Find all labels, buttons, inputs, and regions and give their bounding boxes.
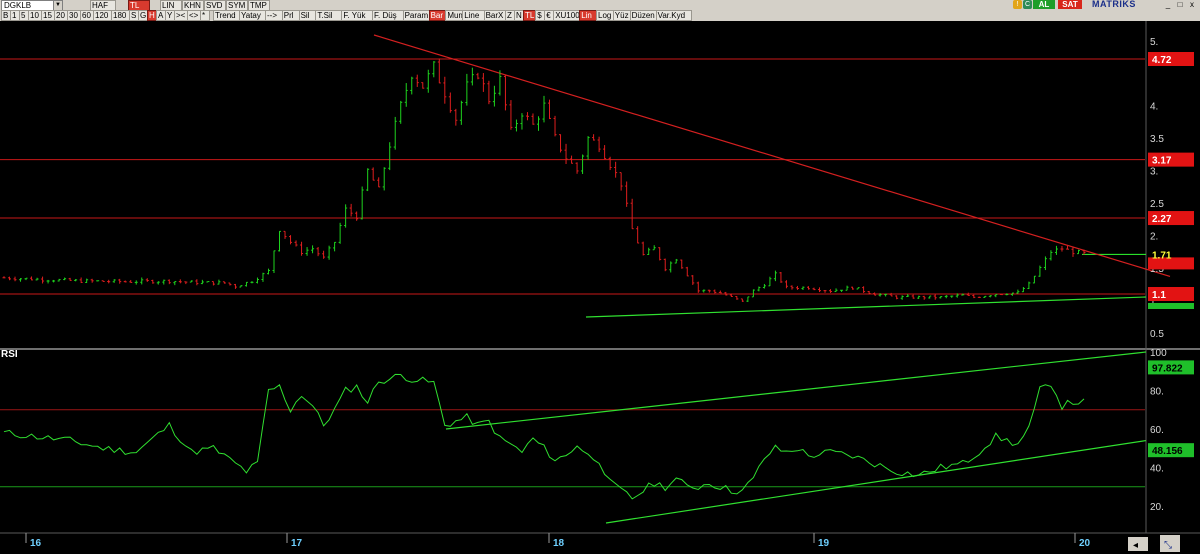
toolbar-button-var-kyd[interactable]: Var.Kyd [655,10,692,21]
price-axis-tick: 0.5 [1150,329,1164,340]
x-axis-label: 17 [291,538,303,549]
maximize-icon[interactable]: □ [1174,0,1186,9]
x-axis-label: 16 [30,538,42,549]
price-axis-tick: 4. [1150,102,1158,113]
rsi-axis-tick: 20. [1150,502,1164,513]
toolbar-button-lin[interactable]: Lin [579,10,597,21]
toolbar-button-f-düş[interactable]: F. Düş [372,10,404,21]
chart-area[interactable]: 5.4.3.53.2.52.1.51.0.54.723.172.271.11.7… [0,21,1200,554]
rsi-second-label: 48.156 [1152,446,1183,457]
toolbar-button-mum[interactable]: Mum [445,10,465,21]
rsi-axis-tick: 40. [1150,464,1164,475]
price-axis-tick: 2. [1150,232,1158,243]
toolbar-button-f-yük[interactable]: F. Yük [341,10,373,21]
toolbar-button-20[interactable]: 20 [54,10,68,21]
price-level-label: 3.17 [1152,156,1172,167]
toolbar-button-bar[interactable]: Bar [428,10,447,21]
rsi-panel-bg [0,350,1200,537]
toolbar-button-60[interactable]: 60 [80,10,94,21]
x-axis-bg [0,533,1200,554]
toolbar-button-10[interactable]: 10 [28,10,42,21]
symbol-value: DGKLB [4,1,32,10]
toolbar-button-[interactable]: * [200,10,210,21]
price-axis-tick: 3.5 [1150,134,1164,145]
x-axis-label: 20 [1079,538,1091,549]
toolbar-button-sil[interactable]: Sil [298,10,317,21]
toolbar-button-t-sil[interactable]: T.Sil [315,10,343,21]
toolbar-button-[interactable]: --> [265,10,283,21]
price-axis-tick: 3. [1150,167,1158,178]
toolbar-button-yatay[interactable]: Yatay [239,10,266,21]
toolbar-button-line[interactable]: Line [462,10,485,21]
chevron-down-icon[interactable]: ▼ [53,1,62,10]
price-level-accent [1148,303,1194,309]
price-level-label: 4.72 [1152,55,1172,66]
toolbar: DGKLB ▼ HAF TL LIN KHN SVD SYM TMP ! C AL SAT … [0,0,1200,22]
scroll-right-icon: ⤡ [1164,540,1172,551]
toolbar-button-param[interactable]: Param [402,10,430,21]
toolbar-row-2: B 1 5 10 15 20 30 60 120 180 S G H A Y >< <> * Trend Yatay -… [0,10,1200,21]
last-price-label: 1.71 [1152,250,1172,261]
panel-divider [0,348,1200,350]
toolbar-button-30[interactable]: 30 [67,10,81,21]
toolbar-button-180[interactable]: 180 [111,10,130,21]
scroll-left-icon: ◂ [1133,540,1138,551]
toolbar-button-prl[interactable]: Prl [281,10,300,21]
close-icon[interactable]: x [1186,0,1198,9]
price-axis-tick: 2.5 [1150,199,1164,210]
toolbar-button-trend[interactable]: Trend [213,10,240,21]
minimize-icon[interactable]: _ [1162,0,1174,9]
x-axis-label: 18 [553,538,565,549]
price-axis-tick: 5. [1150,37,1158,48]
toolbar-button-[interactable]: <> [187,10,201,21]
lightbulb-icon[interactable]: ! [1013,0,1022,9]
rsi-axis-tick: 100 [1150,348,1167,359]
rsi-value-label: 97.822 [1152,363,1183,374]
sell-button[interactable]: SAT [1058,0,1082,9]
rsi-title: RSI [1,349,18,360]
toolbar-button-120[interactable]: 120 [93,10,112,21]
toolbar-row-1: DGKLB ▼ HAF TL LIN KHN SVD SYM TMP ! C AL SAT … [0,0,1200,11]
toolbar-button-barx[interactable]: BarX [483,10,506,21]
toolbar-button-15[interactable]: 15 [41,10,55,21]
toolbar-button-log[interactable]: Log [596,10,614,21]
chart-static-layer [0,21,1200,554]
price-level-label: 2.27 [1152,214,1172,225]
rsi-axis-tick: 60. [1150,425,1164,436]
toolbar-button-düzen[interactable]: Düzen [629,10,657,21]
x-axis-label: 19 [818,538,830,549]
brand-logo: MATRİKS [1092,0,1136,9]
toolbar-button-[interactable]: >< [174,10,188,21]
buy-button[interactable]: AL [1033,0,1055,9]
price-panel-bg [0,21,1200,348]
price-level-label: 1.1 [1152,290,1166,301]
c-icon[interactable]: C [1023,0,1032,9]
rsi-axis-tick: 80. [1150,387,1164,398]
toolbar-button-yüz[interactable]: Yüz [612,10,631,21]
toolbar-button-xu100[interactable]: XU100 [553,10,581,21]
